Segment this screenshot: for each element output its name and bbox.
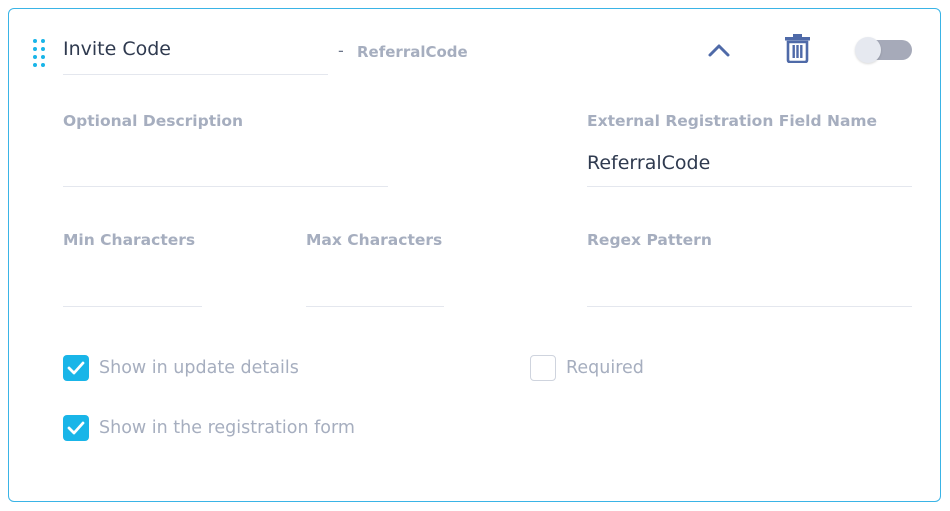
optional-description-input[interactable]: [63, 145, 388, 187]
drag-handle-icon[interactable]: [33, 39, 45, 67]
delete-button[interactable]: [784, 33, 811, 64]
toggle-knob: [855, 37, 881, 63]
optional-description-label: Optional Description: [63, 112, 244, 130]
show-update-details-option[interactable]: Show in update details: [63, 355, 299, 381]
required-label: Required: [566, 358, 644, 378]
required-checkbox[interactable]: [530, 355, 556, 381]
required-option[interactable]: Required: [530, 355, 644, 381]
external-field-name-label: External Registration Field Name: [587, 112, 878, 130]
show-update-details-label: Show in update details: [99, 358, 299, 378]
field-title-input[interactable]: [63, 34, 328, 75]
checkmark-icon: [67, 361, 85, 375]
chevron-up-icon: [708, 44, 730, 57]
title-separator: -: [338, 41, 344, 60]
min-characters-input[interactable]: [63, 265, 202, 307]
external-field-name-input[interactable]: [587, 145, 912, 187]
field-key-label: ReferralCode: [357, 43, 468, 61]
enabled-toggle[interactable]: [855, 37, 912, 63]
show-registration-form-option[interactable]: Show in the registration form: [63, 415, 355, 441]
show-update-details-checkbox[interactable]: [63, 355, 89, 381]
checkmark-icon: [67, 421, 85, 435]
regex-pattern-input[interactable]: [587, 265, 912, 307]
show-registration-form-checkbox[interactable]: [63, 415, 89, 441]
show-registration-form-label: Show in the registration form: [99, 418, 355, 438]
trash-icon: [785, 34, 810, 64]
max-characters-input[interactable]: [306, 265, 444, 307]
collapse-button[interactable]: [707, 40, 731, 60]
regex-pattern-label: Regex Pattern: [587, 231, 712, 249]
min-characters-label: Min Characters: [63, 231, 196, 249]
max-characters-label: Max Characters: [306, 231, 443, 249]
